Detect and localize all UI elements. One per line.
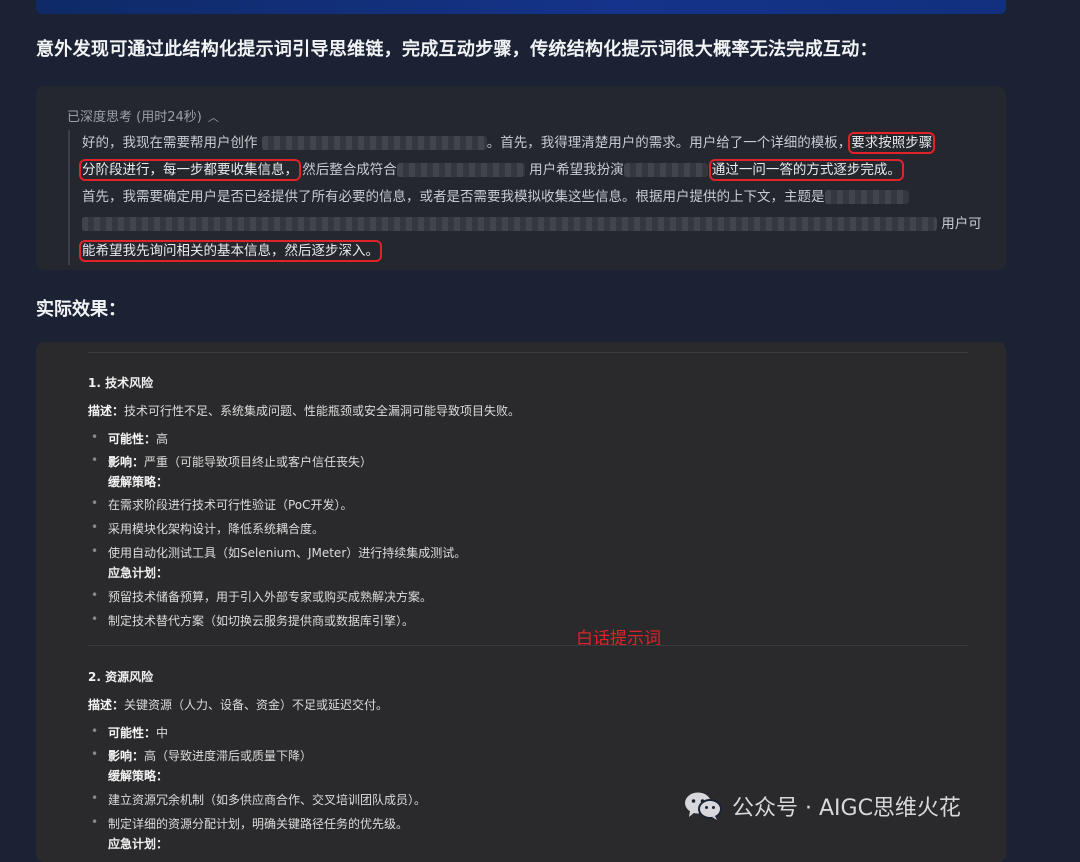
list-item: 建立资源冗余机制（如多供应商合作、交叉培训团队成员）。 xyxy=(91,791,426,808)
thinking-content: 好的，我现在需要帮用户创作 。首先，我得理清楚用户的需求。用户给了一个详细的模板… xyxy=(68,130,1012,265)
watermark: 公众号 · AIGC思维火花 xyxy=(684,790,961,822)
redacted-text xyxy=(82,217,937,231)
section-description: 描述：技术可行性不足、系统集成问题、性能瓶颈或安全漏洞可能导致项目失败。 xyxy=(88,404,521,418)
thinking-line: 首先，我需要确定用户是否已经提供了所有必要的信息，或者是否需要我模拟收集这些信息… xyxy=(82,184,1012,211)
list-item: 影响：高（导致进度滞后或质量下降） xyxy=(91,747,312,764)
redacted-text xyxy=(396,163,525,177)
redacted-text xyxy=(623,163,708,177)
thinking-line: 好的，我现在需要帮用户创作 。首先，我得理清楚用户的需求。用户给了一个详细的模板… xyxy=(82,132,936,154)
intro-heading: 意外发现可通过此结构化提示词引导思维链，完成互动步骤，传统结构化提示词很大概率无… xyxy=(36,39,878,60)
watermark-text: 公众号 · AIGC思维火花 xyxy=(732,796,961,821)
highlight-ask: 能希望我先询问相关的基本信息，然后逐步深入。 xyxy=(79,240,382,262)
list-item: 制定技术替代方案（如切换云服务提供商或数据库引擎）。 xyxy=(91,612,414,629)
effect-output-panel: 1. 技术风险 描述：技术可行性不足、系统集成问题、性能瓶颈或安全漏洞可能导致项… xyxy=(36,342,1006,862)
redacted-text xyxy=(824,190,909,204)
contingency-label: 应急计划： xyxy=(108,566,169,580)
list-item: 在需求阶段进行技术可行性验证（PoC开发）。 xyxy=(91,496,353,513)
section-title: 2. 资源风险 xyxy=(88,670,154,684)
mitigation-label: 缓解策略： xyxy=(108,475,169,489)
list-item: 可能性：中 xyxy=(91,724,168,741)
thinking-header-label: 已深度思考 (用时24秒) xyxy=(67,110,202,125)
chevron-up-icon: ︿ xyxy=(207,111,219,124)
list-item: 采用模块化架构设计，降低系统耦合度。 xyxy=(91,520,324,537)
section-description: 描述：关键资源（人力、设备、资金）不足或延迟交付。 xyxy=(88,698,389,712)
mitigation-label: 缓解策略： xyxy=(108,769,169,783)
thinking-line: 用户可 xyxy=(82,211,1012,238)
list-item: 可能性：高 xyxy=(91,430,168,447)
thinking-line: 分阶段进行，每一步都要收集信息， 然后整合成符合 用户希望我扮演 通过一问一答的… xyxy=(79,159,904,181)
divider xyxy=(88,352,968,353)
divider xyxy=(88,645,968,646)
thinking-line: 能希望我先询问相关的基本信息，然后逐步深入。 xyxy=(79,238,1012,265)
section-title: 1. 技术风险 xyxy=(88,376,154,390)
highlight-step: 要求按照步骤 xyxy=(848,132,936,154)
highlight-qa: 通过一问一答的方式逐步完成。 xyxy=(708,159,904,181)
wechat-icon xyxy=(684,791,722,821)
list-item: 预留技术储备预算，用于引入外部专家或购买成熟解决方案。 xyxy=(91,588,432,605)
list-item: 制定详细的资源分配计划，明确关键路径任务的优先级。 xyxy=(91,815,408,832)
list-item: 使用自动化测试工具（如Selenium、JMeter）进行持续集成测试。 xyxy=(91,544,466,561)
top-banner xyxy=(36,0,1006,14)
deep-thinking-panel: 已深度思考 (用时24秒) ︿ 好的，我现在需要帮用户创作 。首先，我得理清楚用户… xyxy=(36,86,1006,270)
contingency-label: 应急计划： xyxy=(108,837,169,851)
highlight-collect: 分阶段进行，每一步都要收集信息， xyxy=(79,159,301,181)
list-item: 影响：严重（可能导致项目终止或客户信任丧失） xyxy=(91,453,372,470)
thinking-toggle[interactable]: 已深度思考 (用时24秒) ︿ xyxy=(67,106,219,125)
redacted-text xyxy=(261,136,487,150)
actual-effect-label: 实际效果： xyxy=(36,299,126,320)
